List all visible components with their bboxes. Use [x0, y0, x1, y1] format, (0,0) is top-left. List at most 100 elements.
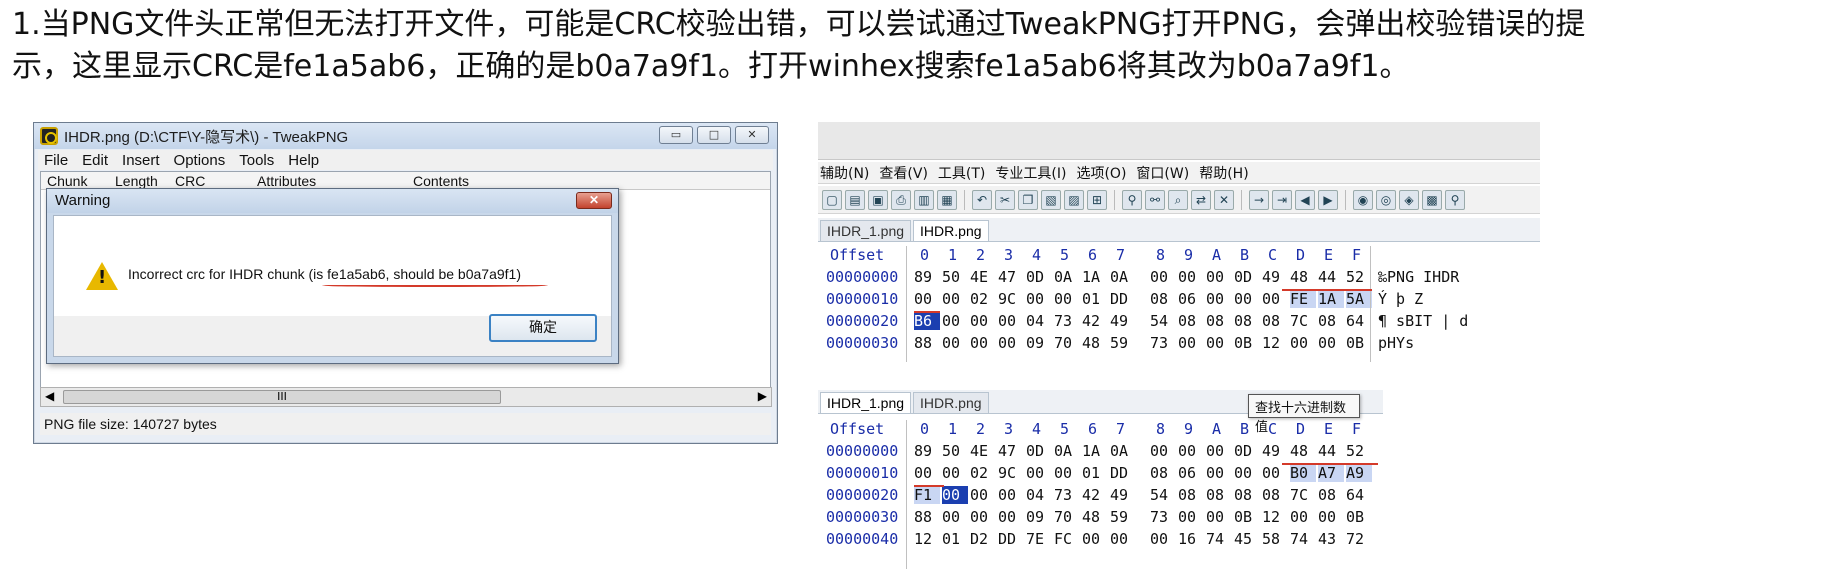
hex-byte[interactable]: 49: [1262, 268, 1288, 286]
hex-byte[interactable]: 48: [1082, 508, 1108, 526]
hex-byte[interactable]: 0D: [1234, 268, 1260, 286]
hex-byte[interactable]: 00: [942, 290, 968, 308]
hex-byte[interactable]: 08: [1178, 486, 1204, 504]
hex-byte[interactable]: 08: [1262, 486, 1288, 504]
ascii-text[interactable]: Ý þ Z: [1378, 290, 1423, 308]
hex-byte[interactable]: 73: [1054, 486, 1080, 504]
hex-byte[interactable]: 0D: [1234, 442, 1260, 460]
hex-byte[interactable]: 0B: [1346, 508, 1372, 526]
hex-byte[interactable]: 7C: [1290, 312, 1316, 330]
menu-insert[interactable]: Insert: [122, 152, 160, 169]
hex-byte[interactable]: 00: [1290, 334, 1316, 352]
hex-byte[interactable]: 00: [998, 334, 1024, 352]
hex-byte[interactable]: 73: [1150, 334, 1176, 352]
properties-icon[interactable]: ▥: [914, 189, 934, 210]
hex-byte[interactable]: 49: [1110, 486, 1136, 504]
hex-byte[interactable]: 88: [914, 334, 940, 352]
hex-byte[interactable]: 00: [970, 486, 996, 504]
hex-byte[interactable]: 44: [1318, 442, 1344, 460]
hex-byte[interactable]: 1A: [1082, 268, 1108, 286]
hex-byte[interactable]: 00: [1178, 442, 1204, 460]
hex-byte[interactable]: 4E: [970, 268, 996, 286]
tab-ihdr-1[interactable]: IHDR_1.png: [820, 220, 912, 241]
hex-byte[interactable]: 00: [1150, 442, 1176, 460]
hex-byte[interactable]: 52: [1346, 268, 1372, 286]
hex-byte[interactable]: 7C: [1290, 486, 1316, 504]
hex-byte[interactable]: 08: [1206, 486, 1232, 504]
hex-byte[interactable]: 00: [1206, 290, 1232, 308]
replace-text-icon[interactable]: ⚯: [1145, 189, 1165, 210]
hex-byte[interactable]: 08: [1150, 290, 1176, 308]
hex-byte[interactable]: 0D: [1026, 442, 1052, 460]
hex-byte[interactable]: 50: [942, 268, 968, 286]
hex-byte[interactable]: B0: [1290, 464, 1316, 482]
hex-byte[interactable]: 08: [1318, 486, 1344, 504]
hex-byte[interactable]: 16: [1178, 530, 1204, 548]
hex-byte[interactable]: A7: [1318, 464, 1344, 482]
menu-options[interactable]: Options: [174, 152, 226, 169]
col-length[interactable]: Length: [115, 173, 158, 189]
hex-byte[interactable]: 64: [1346, 486, 1372, 504]
hex-byte[interactable]: 52: [1346, 442, 1372, 460]
hex-byte[interactable]: 08: [1318, 312, 1344, 330]
hex-byte[interactable]: 00: [942, 464, 968, 482]
tab-ihdr[interactable]: IHDR.png: [913, 220, 989, 241]
scroll-left-icon[interactable]: ◀: [45, 389, 54, 403]
hex-byte[interactable]: 00: [1082, 530, 1108, 548]
scroll-right-icon[interactable]: ▶: [758, 389, 767, 403]
hex-byte[interactable]: 00: [998, 508, 1024, 526]
hex-write-icon[interactable]: ⊞: [1087, 189, 1107, 210]
hex-byte[interactable]: 04: [1026, 312, 1052, 330]
hex-byte[interactable]: F1: [914, 486, 940, 504]
hex-byte[interactable]: 1A: [1082, 442, 1108, 460]
hex-byte[interactable]: 43: [1318, 530, 1344, 548]
paste-special-icon[interactable]: ▨: [1064, 189, 1084, 210]
hex-grid-before[interactable]: Offset 0 1 2 3 4 5 6 7 8 9 A B C D E F 00000000 89 50 4E 47 0D…: [818, 246, 1540, 362]
menu-window[interactable]: 窗口(W): [1136, 163, 1189, 183]
hex-byte[interactable]: 00: [1318, 334, 1344, 352]
hex-byte[interactable]: 00: [1290, 508, 1316, 526]
menu-help[interactable]: Help: [288, 152, 319, 169]
hex-byte[interactable]: 00: [998, 486, 1024, 504]
hex-byte[interactable]: B6: [914, 312, 940, 330]
cut-icon[interactable]: ✂: [995, 189, 1015, 210]
hex-byte[interactable]: DD: [998, 530, 1024, 548]
find-again-icon[interactable]: ✕: [1214, 189, 1234, 210]
hex-byte[interactable]: 70: [1054, 334, 1080, 352]
hex-byte[interactable]: 09: [1026, 334, 1052, 352]
hex-byte[interactable]: 04: [1026, 486, 1052, 504]
hex-byte[interactable]: 00: [1262, 290, 1288, 308]
hex-byte[interactable]: 89: [914, 268, 940, 286]
new-file-icon[interactable]: ▢: [822, 189, 842, 210]
hex-byte[interactable]: 59: [1110, 508, 1136, 526]
hex-byte[interactable]: DD: [1110, 290, 1136, 308]
menu-edit[interactable]: Edit: [82, 152, 108, 169]
hex-byte[interactable]: 00: [942, 508, 968, 526]
hex-byte[interactable]: 00: [1026, 290, 1052, 308]
hex-byte[interactable]: 88: [914, 508, 940, 526]
maximize-icon[interactable]: □: [697, 126, 731, 144]
hex-byte[interactable]: 0A: [1110, 268, 1136, 286]
hex-byte[interactable]: 0B: [1234, 508, 1260, 526]
hex-byte[interactable]: 44: [1318, 268, 1344, 286]
hex-byte[interactable]: 4E: [970, 442, 996, 460]
hex-byte[interactable]: 00: [1178, 334, 1204, 352]
hex-byte[interactable]: 00: [1234, 290, 1260, 308]
hex-byte[interactable]: 01: [1082, 290, 1108, 308]
hex-byte[interactable]: 01: [942, 530, 968, 548]
calculator-icon[interactable]: ▩: [1422, 189, 1442, 210]
hex-byte[interactable]: A9: [1346, 464, 1372, 482]
forward-icon[interactable]: ▶: [1318, 189, 1338, 210]
hex-byte[interactable]: 50: [942, 442, 968, 460]
hex-byte[interactable]: 00: [1234, 464, 1260, 482]
replace-hex-icon[interactable]: ⇄: [1191, 189, 1211, 210]
hex-byte[interactable]: 12: [914, 530, 940, 548]
horizontal-scrollbar[interactable]: ◀ III ▶: [40, 387, 772, 407]
minimize-icon[interactable]: ▭: [659, 126, 693, 144]
hex-byte[interactable]: 48: [1290, 268, 1316, 286]
hex-byte[interactable]: 08: [1234, 312, 1260, 330]
menu-aux[interactable]: 辅助(N): [820, 163, 869, 183]
hex-byte[interactable]: 00: [942, 486, 968, 504]
hex-byte[interactable]: 09: [1026, 508, 1052, 526]
hex-byte[interactable]: 01: [1082, 464, 1108, 482]
